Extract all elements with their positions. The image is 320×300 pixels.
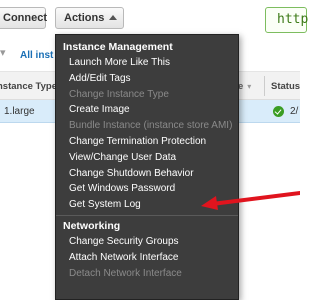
menu-item-view-change-user-data[interactable]: View/Change User Data <box>56 150 238 166</box>
connection-info-text: http <box>277 12 309 27</box>
toolbar: Connect Actions http <box>0 0 308 38</box>
menu-item-add-edit-tags[interactable]: Add/Edit Tags <box>56 71 238 87</box>
connection-info-box[interactable]: http <box>265 7 309 33</box>
menu-item-get-windows-password[interactable]: Get Windows Password <box>56 181 238 197</box>
actions-button[interactable]: Actions <box>55 7 124 29</box>
menu-item-change-security-groups[interactable]: Change Security Groups <box>56 234 238 250</box>
menu-section-header: Networking <box>63 220 121 232</box>
menu-item-create-image[interactable]: Create Image <box>56 102 238 118</box>
sort-icon: ▾ <box>247 82 252 91</box>
column-divider <box>264 76 265 96</box>
connect-button[interactable]: Connect <box>0 7 47 29</box>
menu-item-attach-network-interface[interactable]: Attach Network Interface <box>56 250 238 266</box>
column-header-partial[interactable]: e ▾ <box>238 81 251 92</box>
menu-separator <box>56 215 238 216</box>
menu-item-get-system-log[interactable]: Get System Log <box>56 197 238 213</box>
menu-item-bundle-instance-instance-store-ami: Bundle Instance (instance store AMI) <box>69 120 233 132</box>
column-header-instance-type[interactable]: nstance Type <box>0 81 57 92</box>
cell-status-checks: 2/ <box>290 106 299 117</box>
menu-item-detach-network-interface: Detach Network Interface <box>69 267 182 279</box>
filter-dropdown-icon[interactable]: ▾ <box>0 46 6 59</box>
column-header-status[interactable]: Status <box>271 81 300 92</box>
cell-instance-type: 1.large <box>4 106 35 117</box>
menu-section-header: Instance Management <box>63 41 173 53</box>
actions-dropdown-menu: Instance Management Launch More Like This… <box>55 34 239 300</box>
status-check-icon <box>273 106 284 117</box>
menu-item-launch-more-like-this[interactable]: Launch More Like This <box>56 55 238 71</box>
all-instances-filter[interactable]: All inst <box>20 50 53 61</box>
menu-item-change-termination-protection[interactable]: Change Termination Protection <box>56 134 238 150</box>
actions-button-label: Actions <box>64 12 105 24</box>
caret-up-icon <box>109 15 118 20</box>
menu-item-change-shutdown-behavior[interactable]: Change Shutdown Behavior <box>56 166 238 182</box>
menu-item-change-instance-type: Change Instance Type <box>69 88 169 100</box>
